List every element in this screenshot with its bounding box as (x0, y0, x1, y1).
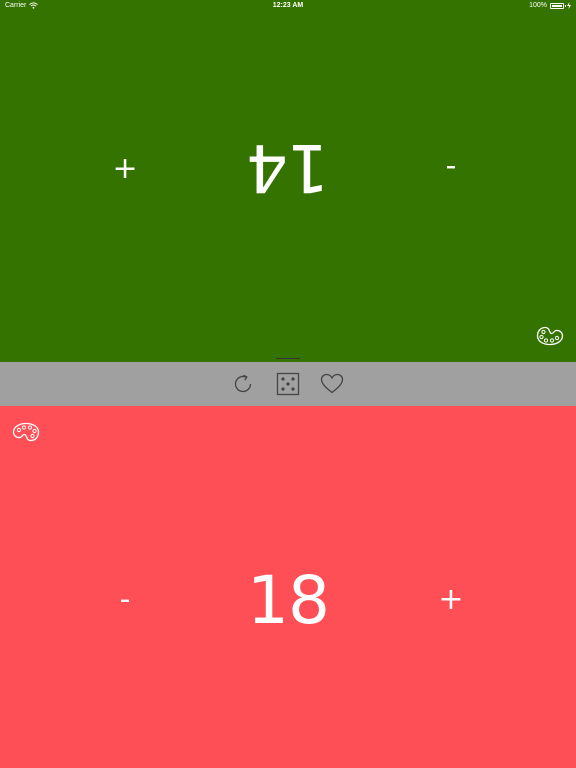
heart-icon[interactable] (320, 372, 344, 396)
battery-icon (550, 2, 566, 9)
status-right: 100% (529, 2, 571, 9)
toolbar (0, 362, 576, 406)
life-counter-screen: Carrier 12:23 AM 100% - 14 + - 18 + (0, 0, 576, 768)
battery-fill (552, 4, 562, 7)
player-panel-top: - 14 + (0, 0, 576, 362)
player-panel-bottom: - 18 + (0, 406, 576, 768)
player-panel-top-inner: - 14 + (0, 0, 576, 362)
palette-icon[interactable] (536, 326, 564, 346)
status-time: 12:23 AM (272, 2, 304, 9)
player-panel-bottom-inner: - 18 + (0, 406, 576, 768)
battery-tip (565, 4, 566, 7)
palette-icon[interactable] (12, 422, 40, 442)
status-bar: Carrier 12:23 AM 100% (0, 0, 576, 14)
life-total-top[interactable]: 14 (0, 127, 576, 207)
plus-button-top[interactable]: + (100, 140, 150, 190)
refresh-icon[interactable] (231, 372, 255, 396)
dice-icon[interactable] (276, 372, 300, 396)
plus-button-bottom[interactable]: + (426, 578, 476, 628)
battery-percent: 100% (529, 2, 547, 9)
life-total-bottom[interactable]: 18 (0, 561, 576, 641)
drag-handle-top[interactable] (276, 358, 300, 359)
charging-icon (567, 2, 571, 9)
